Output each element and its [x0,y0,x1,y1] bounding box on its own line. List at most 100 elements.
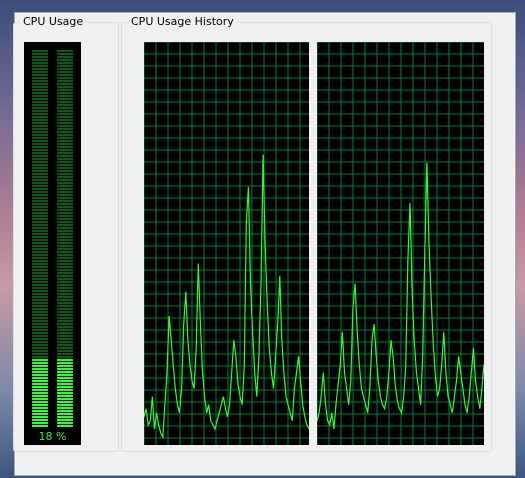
cpu-meter-segment [57,257,73,259]
cpu-meter-segment [32,104,48,106]
cpu-meter-segment [57,281,73,283]
cpu-history-graph-core-1 [144,42,309,445]
cpu-meter-segment [57,230,73,232]
cpu-meter-segment [32,239,48,241]
cpu-meter-segment [57,293,73,295]
cpu-meter-segment [32,335,48,337]
cpu-meter-segment [32,326,48,328]
cpu-meter-segment [57,317,73,319]
cpu-meter-segment [32,386,48,388]
cpu-meter-segment [32,251,48,253]
cpu-meter-segment [32,98,48,100]
cpu-meter-segment [32,197,48,199]
cpu-meter-segment [32,221,48,223]
cpu-meter-segment [32,110,48,112]
cpu-meter-segment [32,353,48,355]
cpu-meter-segment [57,212,73,214]
cpu-meter-segment [32,59,48,61]
cpu-meter-segment [32,338,48,340]
cpu-meter-segment [57,299,73,301]
cpu-meter-segment [32,80,48,82]
cpu-usage-history-title: CPU Usage History [128,15,237,29]
cpu-meter-segment [57,248,73,250]
cpu-meter-segment [57,329,73,331]
cpu-meter-segment [57,140,73,142]
cpu-meter-segment [57,86,73,88]
cpu-meter-segment [57,416,73,418]
cpu-meter-segment [57,113,73,115]
cpu-meter-segment [57,353,73,355]
cpu-meter-segment [57,218,73,220]
cpu-meter-segment [32,371,48,373]
cpu-meter-segment [32,272,48,274]
cpu-meter-segment [32,230,48,232]
cpu-meter-segment [57,221,73,223]
cpu-meter-segment [32,356,48,358]
cpu-usage-title: CPU Usage [20,15,87,29]
cpu-meter-segment [32,167,48,169]
cpu-meter-segment [57,137,73,139]
cpu-meter-segment [32,137,48,139]
cpu-meter-segment [32,209,48,211]
cpu-meter-segment [32,95,48,97]
cpu-meter-segment [57,53,73,55]
cpu-meter-segment [57,83,73,85]
cpu-usage-line-core-1 [144,154,309,440]
cpu-meter-segment [57,305,73,307]
cpu-meter-segment [32,140,48,142]
cpu-meter-segment [57,59,73,61]
cpu-meter-segment [32,284,48,286]
cpu-meter-segment [32,185,48,187]
cpu-meter-segment [32,368,48,370]
cpu-meter-segment [32,425,48,427]
cpu-meter-segment [57,314,73,316]
cpu-meter-segment [32,119,48,121]
cpu-meter-segment [32,362,48,364]
cpu-meter-segment [32,242,48,244]
cpu-meter-segment [32,206,48,208]
cpu-meter-segment [57,170,73,172]
cpu-meter-segment [32,224,48,226]
cpu-meter-segment [57,125,73,127]
cpu-meter-segment [57,326,73,328]
cpu-meter-segment [57,95,73,97]
cpu-history-graph-core-2 [317,42,484,445]
cpu-meter-segment [57,278,73,280]
cpu-meter-segment [57,296,73,298]
cpu-meter-segment [57,68,73,70]
cpu-meter-segment [57,167,73,169]
cpu-meter-column-right [57,48,73,428]
cpu-meter-segment [57,146,73,148]
cpu-meter-segment [57,260,73,262]
cpu-meter-segment [57,50,73,52]
cpu-meter-segment [32,395,48,397]
cpu-meter-segment [57,377,73,379]
cpu-usage-percent-label: 18 % [38,430,67,443]
cpu-meter-segment [57,176,73,178]
cpu-meter-segment [57,347,73,349]
cpu-meter-segment [32,143,48,145]
cpu-meter-segment [57,89,73,91]
cpu-meter-segment [57,287,73,289]
cpu-meter-segment [32,413,48,415]
cpu-meter-segment [32,404,48,406]
cpu-meter-segment [57,215,73,217]
cpu-meter-segment [57,338,73,340]
cpu-meter-segment [32,254,48,256]
cpu-meter-segment [32,89,48,91]
cpu-meter-segment [32,173,48,175]
cpu-meter-segment [32,83,48,85]
cpu-meter-segment [57,62,73,64]
cpu-meter-segment [32,113,48,115]
cpu-meter-segment [32,392,48,394]
cpu-history-svg-core-2 [317,42,484,445]
cpu-meter-segment [32,398,48,400]
cpu-meter-segment [57,284,73,286]
cpu-meter-segment [32,257,48,259]
cpu-meter-segment [32,275,48,277]
cpu-meter-segment [32,227,48,229]
cpu-meter-segment [32,419,48,421]
cpu-meter-segment [57,143,73,145]
cpu-meter-segment [57,254,73,256]
cpu-meter-segment [32,122,48,124]
